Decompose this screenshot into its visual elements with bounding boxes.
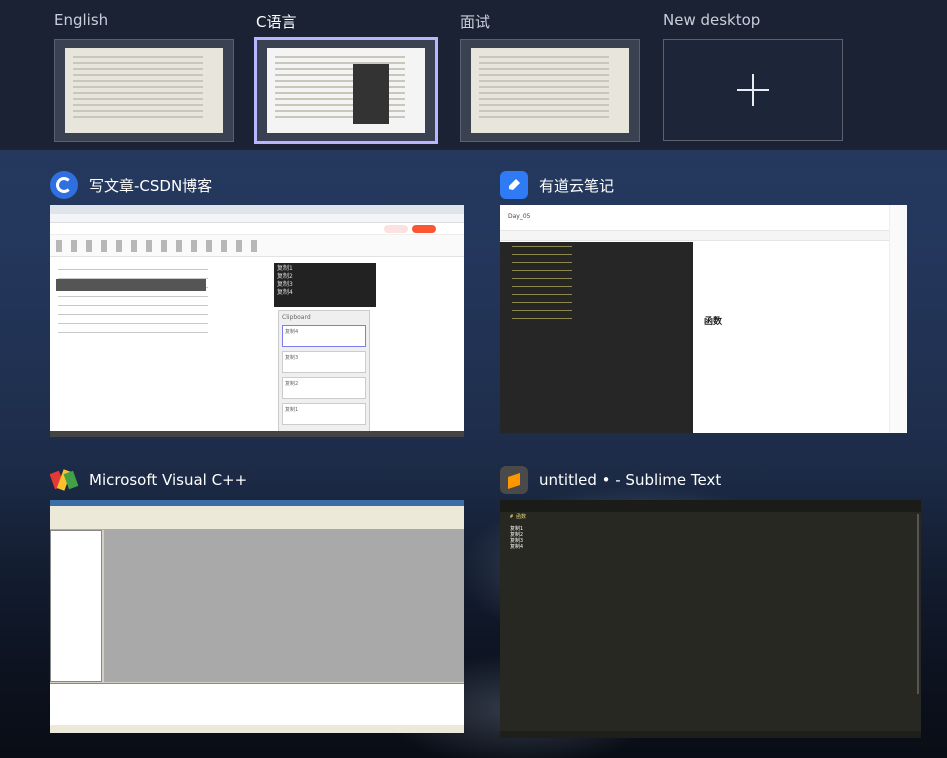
doc-name: Day_05 bbox=[508, 213, 531, 220]
desktop-thumbnail[interactable] bbox=[54, 39, 234, 142]
window-header: 写文章-CSDN博客 bbox=[50, 170, 212, 200]
clipboard-dark-panel: 复制1 复制2 复制3 复制4 bbox=[274, 263, 376, 307]
sublime-text-icon bbox=[500, 466, 528, 494]
clipboard-panel: Clipboard 复制4 复制3 复制2 复制1 bbox=[278, 310, 370, 432]
desktop-thumbnail[interactable] bbox=[460, 39, 640, 142]
new-desktop-label: New desktop bbox=[663, 11, 761, 29]
visual-cpp-icon bbox=[50, 466, 78, 494]
clipboard-title: Clipboard bbox=[282, 314, 311, 321]
window-preview[interactable] bbox=[50, 500, 464, 733]
desktop-thumbnail[interactable] bbox=[254, 37, 438, 144]
code-content: # 函数 复制1 复制2 复制3 复制4 bbox=[510, 514, 526, 550]
clip-card: 复制1 bbox=[282, 403, 366, 425]
desktop-english[interactable]: English bbox=[54, 0, 234, 150]
window-preview[interactable]: 复制1 复制2 复制3 复制4 Clipboard 复制4 复制3 复制2 复制… bbox=[50, 205, 464, 437]
window-title: Microsoft Visual C++ bbox=[89, 471, 248, 489]
window-preview[interactable]: Day_05 函数 bbox=[500, 205, 907, 433]
new-desktop[interactable]: New desktop bbox=[663, 0, 843, 150]
window-title: untitled • - Sublime Text bbox=[539, 471, 722, 489]
window-title: 有道云笔记 bbox=[539, 176, 615, 195]
desktop-label: C语言 bbox=[256, 13, 297, 31]
window-header: untitled • - Sublime Text bbox=[500, 465, 721, 495]
window-title: 写文章-CSDN博客 bbox=[89, 176, 213, 195]
desktop-c-language[interactable]: C语言 bbox=[254, 0, 438, 150]
clip-card: 复制2 bbox=[282, 377, 366, 399]
clip-card: 复制4 bbox=[282, 325, 366, 347]
clip-line: 复制3 bbox=[277, 281, 293, 288]
clip-line: 复制2 bbox=[277, 273, 293, 280]
window-header: Microsoft Visual C++ bbox=[50, 465, 247, 495]
virtual-desktops-bar: English C语言 面试 New desktop bbox=[0, 0, 947, 150]
csdn-icon bbox=[50, 171, 78, 199]
clip-card: 复制3 bbox=[282, 351, 366, 373]
plus-icon bbox=[737, 74, 769, 106]
window-preview[interactable]: # 函数 复制1 复制2 复制3 复制4 bbox=[500, 500, 921, 738]
desktop-label: English bbox=[54, 11, 109, 29]
clip-line: 复制1 bbox=[277, 265, 293, 272]
window-header: 有道云笔记 bbox=[500, 170, 614, 200]
youdao-note-icon bbox=[500, 171, 528, 199]
thumb-window bbox=[353, 64, 389, 124]
desktop-interview[interactable]: 面试 bbox=[460, 0, 640, 150]
code-line: 复制4 bbox=[510, 544, 524, 550]
desktop-label: 面试 bbox=[460, 13, 491, 31]
new-desktop-button[interactable] bbox=[663, 39, 843, 141]
clip-line: 复制4 bbox=[277, 289, 293, 296]
doc-heading: 函数 bbox=[704, 317, 723, 327]
